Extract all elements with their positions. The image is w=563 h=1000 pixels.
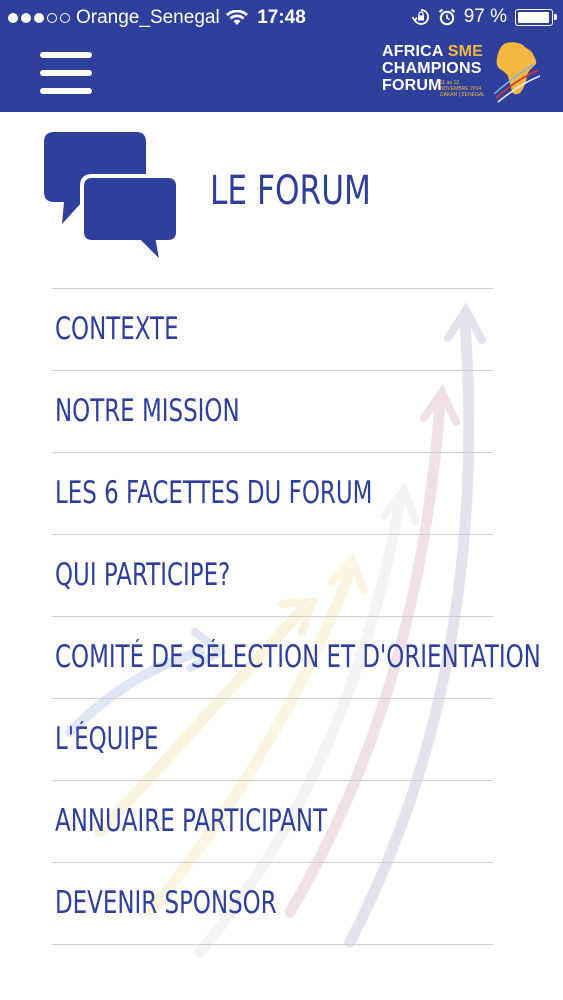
nav-bar: AFRICA SME CHAMPIONS FORUM 11 au 12 NOVE… xyxy=(0,36,563,112)
battery-percent: 97 % xyxy=(463,6,507,27)
menu-item-label: NOTRE MISSION xyxy=(55,393,240,429)
alarm-clock-icon xyxy=(438,8,455,26)
menu-item-equipe[interactable]: L'ÉQUIPE xyxy=(52,698,493,780)
logo-date: 11 au 12 NOVEMBRE 2014 DAKAR | SENEGAL xyxy=(440,80,485,98)
menu-item-label: DEVENIR SPONSOR xyxy=(55,885,277,921)
chat-bubbles-icon xyxy=(44,132,180,266)
status-bar-right: 97 % xyxy=(411,6,557,28)
menu-item-label: COMITÉ DE SÉLECTION ET D'ORIENTATION xyxy=(55,639,541,675)
status-bar: Orange_Senegal 17:48 97 % xyxy=(0,0,563,36)
status-bar-left: Orange_Senegal xyxy=(8,7,248,29)
menu-item-contexte[interactable]: CONTEXTE xyxy=(52,288,493,370)
menu-item-label: LES 6 FACETTES DU FORUM xyxy=(55,475,373,511)
page-title: LE FORUM xyxy=(210,168,371,214)
hamburger-icon[interactable] xyxy=(40,52,92,96)
forum-menu-list: CONTEXTE NOTRE MISSION LES 6 FACETTES DU… xyxy=(52,288,541,945)
africa-map-icon xyxy=(494,42,540,103)
logo-forum: FORUM xyxy=(382,77,442,94)
logo-champions: CHAMPIONS xyxy=(382,60,482,77)
logo-sme: SME xyxy=(447,43,483,60)
menu-item-label: QUI PARTICIPE? xyxy=(55,557,231,593)
battery-icon xyxy=(515,8,557,26)
logo-africa: AFRICA xyxy=(382,43,444,60)
signal-strength-icon xyxy=(8,13,70,23)
carrier-name: Orange_Senegal xyxy=(76,7,220,28)
menu-item-qui-participe[interactable]: QUI PARTICIPE? xyxy=(52,534,493,616)
wifi-icon xyxy=(225,10,248,25)
menu-item-label: L'ÉQUIPE xyxy=(55,721,159,757)
menu-item-sponsor[interactable]: DEVENIR SPONSOR xyxy=(52,862,493,945)
menu-item-annuaire[interactable]: ANNUAIRE PARTICIPANT xyxy=(52,780,493,862)
menu-item-notre-mission[interactable]: NOTRE MISSION xyxy=(52,370,493,452)
menu-item-comite[interactable]: COMITÉ DE SÉLECTION ET D'ORIENTATION xyxy=(52,616,541,698)
menu-item-label: ANNUAIRE PARTICIPANT xyxy=(55,803,328,839)
menu-item-label: CONTEXTE xyxy=(55,311,179,347)
menu-item-facettes[interactable]: LES 6 FACETTES DU FORUM xyxy=(52,452,493,534)
forum-logo[interactable]: AFRICA SME CHAMPIONS FORUM 11 au 12 NOVE… xyxy=(382,40,542,108)
orientation-lock-icon xyxy=(411,9,429,25)
